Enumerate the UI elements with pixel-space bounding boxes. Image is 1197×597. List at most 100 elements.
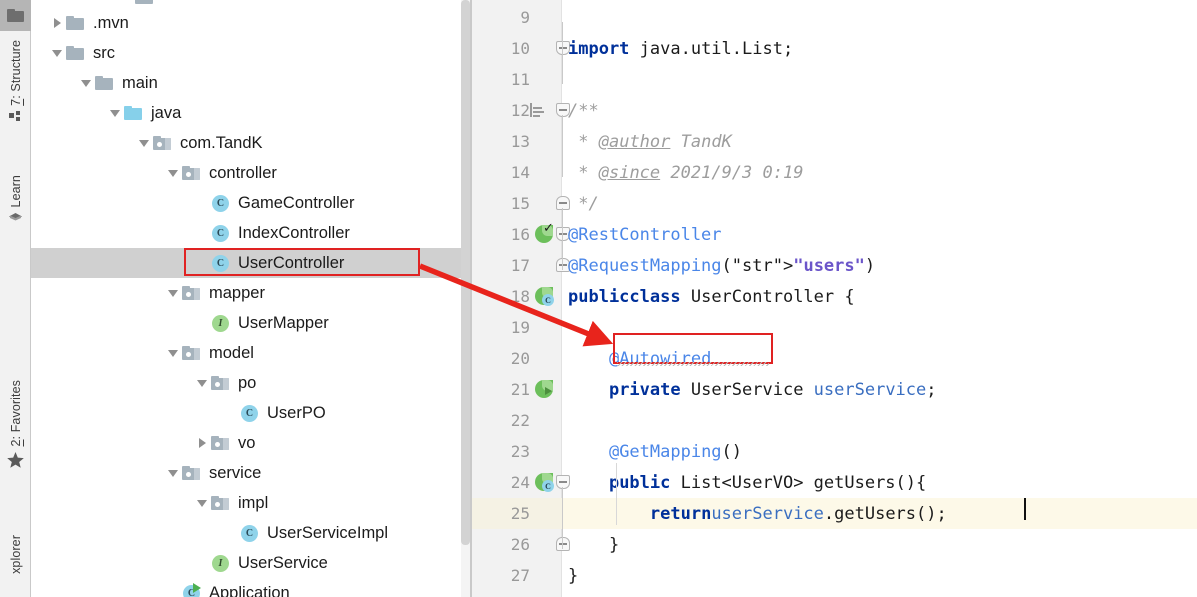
tree-item-application[interactable]: C Application bbox=[31, 578, 471, 597]
project-tree-panel[interactable]: .mvn src main java com.TandK controller C GameC… bbox=[31, 0, 471, 597]
tree-item-com-tandk[interactable]: com.TandK bbox=[31, 128, 471, 158]
spring-bean-autowired-icon[interactable] bbox=[534, 379, 555, 400]
tree-item-service[interactable]: service bbox=[31, 458, 471, 488]
spring-bean-mapping-icon[interactable]: C bbox=[534, 472, 555, 493]
tool-tab-structure[interactable]: 7: Structure bbox=[0, 40, 31, 127]
code-line[interactable]: 14 * @since 2021/9/3 0:19 bbox=[472, 157, 1197, 188]
tool-tab-learn[interactable]: Learn bbox=[0, 175, 31, 228]
code-text: @GetMapping() bbox=[608, 441, 743, 462]
line-number: 22 bbox=[510, 411, 530, 430]
code-text: @RestController bbox=[568, 224, 722, 245]
tree-item-label: mapper bbox=[209, 283, 265, 302]
code-line[interactable]: 12 /** bbox=[472, 95, 1197, 126]
line-number: 10 bbox=[510, 39, 530, 58]
tree-item-main[interactable]: main bbox=[31, 68, 471, 98]
tool-window-bar: 7: Structure Learn 2: Favorites xplorer bbox=[0, 0, 31, 597]
code-line[interactable]: 27} bbox=[472, 560, 1197, 591]
code-text: return userService .getUsers(); bbox=[649, 503, 947, 524]
tree-item-model[interactable]: model bbox=[31, 338, 471, 368]
code-line[interactable]: 17 @RequestMapping("str" > "users") bbox=[472, 250, 1197, 281]
code-line[interactable]: 22 bbox=[472, 405, 1197, 436]
code-line[interactable]: 16 ✓ @RestController bbox=[472, 219, 1197, 250]
chevron-down-icon[interactable] bbox=[165, 278, 181, 308]
chevron-down-icon[interactable] bbox=[194, 368, 210, 398]
tree-item-userpo[interactable]: C UserPO bbox=[31, 398, 471, 428]
line-number: 14 bbox=[510, 163, 530, 182]
tree-item-label: UserController bbox=[238, 253, 345, 272]
code-text: public List<UserVO> getUsers(){ bbox=[608, 472, 927, 493]
code-line[interactable]: 24 C public List<UserVO> getUsers(){ bbox=[472, 467, 1197, 498]
chevron-down-icon[interactable] bbox=[165, 338, 181, 368]
chevron-down-icon[interactable] bbox=[107, 98, 123, 128]
project-tree-scrollbar-thumb[interactable] bbox=[461, 0, 470, 545]
code-editor[interactable]: 9 10 import java.util.List; 11 12 /** 13 * @au… bbox=[472, 0, 1197, 597]
line-number: 19 bbox=[510, 318, 530, 337]
tree-item-label: UserPO bbox=[267, 403, 326, 422]
tree-item-mapper[interactable]: mapper bbox=[31, 278, 471, 308]
code-line[interactable]: 9 bbox=[472, 2, 1197, 33]
code-line[interactable]: 18 Cpublic class UserController { bbox=[472, 281, 1197, 312]
tree-item-gamecontroller[interactable]: C GameController bbox=[31, 188, 471, 218]
tool-tab-favorites-label: 2: Favorites bbox=[8, 380, 23, 447]
class-icon: C bbox=[210, 218, 232, 248]
code-line[interactable]: 19 bbox=[472, 312, 1197, 343]
chevron-right-icon[interactable] bbox=[49, 8, 65, 38]
code-line[interactable]: 21 private UserService userService; bbox=[472, 374, 1197, 405]
tree-item-userserviceimpl[interactable]: C UserServiceImpl bbox=[31, 518, 471, 548]
tree-item-label: po bbox=[238, 373, 257, 392]
line-number: 11 bbox=[510, 70, 530, 89]
tree-item-controller[interactable]: controller bbox=[31, 158, 471, 188]
tree-item-vo[interactable]: vo bbox=[31, 428, 471, 458]
chevron-down-icon[interactable] bbox=[194, 488, 210, 518]
code-line[interactable]: 20 @Autowired bbox=[472, 343, 1197, 374]
code-line[interactable]: 23 @GetMapping() bbox=[472, 436, 1197, 467]
tree-item-usercontroller[interactable]: C UserController bbox=[31, 248, 471, 278]
tool-tab-favorites[interactable]: 2: Favorites bbox=[0, 380, 31, 471]
structure-outline-icon[interactable] bbox=[530, 103, 546, 117]
chevron-down-icon[interactable] bbox=[165, 158, 181, 188]
chevron-down-icon[interactable] bbox=[136, 128, 152, 158]
chevron-down-icon[interactable] bbox=[165, 458, 181, 488]
line-number: 25 bbox=[510, 504, 530, 523]
package-icon bbox=[181, 458, 203, 488]
source-root-folder-icon bbox=[123, 98, 145, 128]
folder-icon bbox=[7, 9, 24, 22]
tool-tab-explorer-label: xplorer bbox=[8, 535, 23, 574]
code-line[interactable]: 10 import java.util.List; bbox=[472, 33, 1197, 64]
tree-item-userservice[interactable]: I UserService bbox=[31, 548, 471, 578]
code-line[interactable]: 11 bbox=[472, 64, 1197, 95]
code-line[interactable]: 25 return userService .getUsers(); bbox=[472, 498, 1197, 529]
code-text: import java.util.List; bbox=[568, 38, 794, 59]
chevron-down-icon[interactable] bbox=[49, 38, 65, 68]
line-number: 21 bbox=[510, 380, 530, 399]
code-line[interactable]: 13 * @author TandK bbox=[472, 126, 1197, 157]
project-tool-window-icon[interactable] bbox=[0, 0, 31, 31]
tool-tab-explorer[interactable]: xplorer bbox=[0, 535, 31, 574]
tree-item--mvn[interactable]: .mvn bbox=[31, 8, 471, 38]
tree-item-src[interactable]: src bbox=[31, 38, 471, 68]
tree-item-po[interactable]: po bbox=[31, 368, 471, 398]
tree-item-indexcontroller[interactable]: C IndexController bbox=[31, 218, 471, 248]
line-number: 26 bbox=[510, 535, 530, 554]
tree-toggle-placeholder bbox=[194, 248, 210, 278]
line-number: 23 bbox=[510, 442, 530, 461]
chevron-right-icon[interactable] bbox=[194, 428, 210, 458]
text-caret bbox=[1024, 498, 1026, 520]
tree-item-usermapper[interactable]: I UserMapper bbox=[31, 308, 471, 338]
code-line[interactable]: 26 } bbox=[472, 529, 1197, 560]
tree-item-label: IndexController bbox=[238, 223, 350, 242]
code-line[interactable]: 15 */ bbox=[472, 188, 1197, 219]
tree-item-java[interactable]: java bbox=[31, 98, 471, 128]
code-text: * @since 2021/9/3 0:19 bbox=[578, 162, 804, 183]
spring-bean-checked-icon[interactable]: ✓ bbox=[534, 222, 555, 245]
tree-item-impl[interactable]: impl bbox=[31, 488, 471, 518]
tool-tab-structure-label: 7: Structure bbox=[8, 40, 23, 106]
chevron-down-icon[interactable] bbox=[78, 68, 94, 98]
spring-bean-class-icon[interactable]: C bbox=[534, 286, 555, 307]
